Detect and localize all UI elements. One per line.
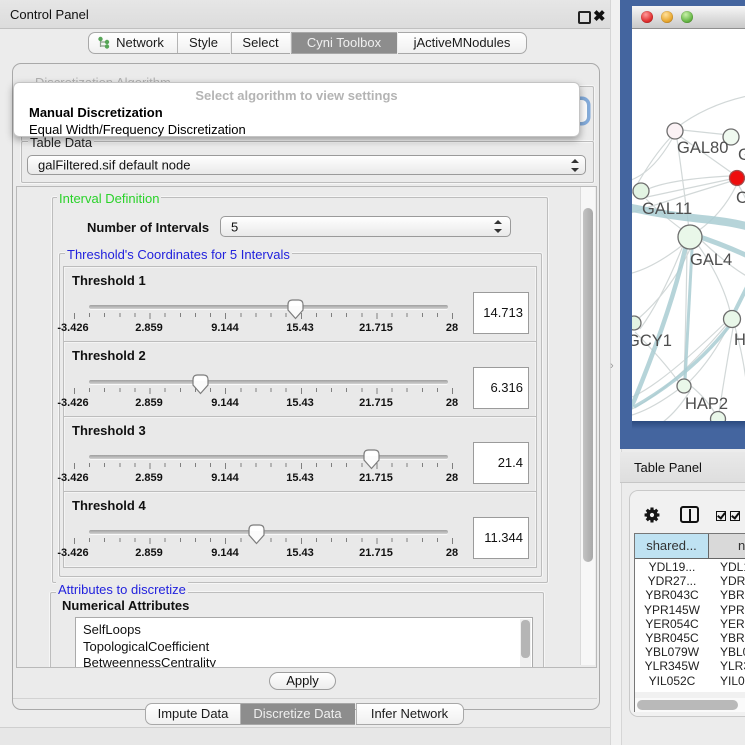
svg-text:GA: GA bbox=[738, 146, 745, 164]
svg-text:HAP2: HAP2 bbox=[685, 395, 728, 413]
svg-text:CY: CY bbox=[736, 189, 745, 207]
svg-text:GCY1: GCY1 bbox=[632, 332, 672, 350]
svg-text:GAL80: GAL80 bbox=[677, 139, 728, 157]
svg-text:GAL4: GAL4 bbox=[690, 251, 732, 269]
svg-text:HI: HI bbox=[734, 331, 745, 349]
svg-text:GAL11: GAL11 bbox=[642, 200, 692, 218]
